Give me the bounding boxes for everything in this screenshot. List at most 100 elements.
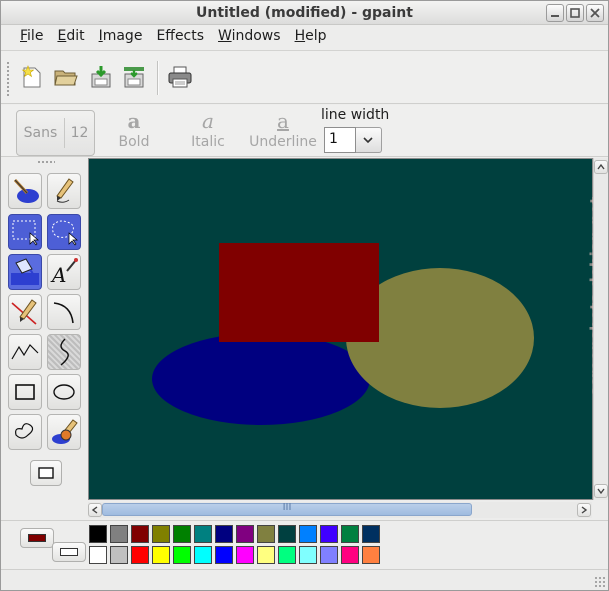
font-picker-button[interactable]: Sans 12: [16, 110, 95, 156]
erase-fill-icon: [11, 258, 39, 285]
fill-tool[interactable]: [8, 254, 42, 290]
minimize-icon: [551, 15, 559, 17]
text-tool[interactable]: A: [47, 254, 81, 290]
palette-color-swatch[interactable]: [110, 525, 128, 543]
pencil-tool[interactable]: [47, 173, 81, 209]
palette-color-swatch[interactable]: [215, 525, 233, 543]
palette-color-swatch[interactable]: [236, 546, 254, 564]
tool-palette: A: [1, 158, 87, 520]
vertical-scrollbar[interactable]: [593, 158, 608, 500]
palette-color-swatch[interactable]: [257, 546, 275, 564]
closed-freehand-tool[interactable]: [8, 414, 42, 450]
palette-color-swatch[interactable]: [152, 525, 170, 543]
palette-color-swatch[interactable]: [173, 546, 191, 564]
oval-tool[interactable]: [47, 374, 81, 410]
font-toolbar: Sans 12 a Bold a Italic a Underline line…: [1, 105, 608, 157]
italic-button[interactable]: a Italic: [173, 111, 243, 150]
line-width-combo[interactable]: 1: [324, 127, 382, 153]
background-color-swatch: [60, 548, 78, 556]
palette-grip[interactable]: [37, 160, 55, 164]
closed-freehand-icon: [15, 423, 34, 439]
palette-color-swatch[interactable]: [257, 525, 275, 543]
palette-color-swatch[interactable]: [110, 546, 128, 564]
palette-color-swatch[interactable]: [215, 546, 233, 564]
palette-color-swatch[interactable]: [278, 525, 296, 543]
bold-button[interactable]: a Bold: [99, 111, 169, 150]
palette-color-swatch[interactable]: [320, 546, 338, 564]
multiline-icon: [11, 344, 39, 360]
palette-color-swatch[interactable]: [131, 525, 149, 543]
background-color-button[interactable]: [52, 542, 86, 562]
palette-color-swatch[interactable]: [131, 546, 149, 564]
paint-bucket-tool[interactable]: [8, 173, 42, 209]
underline-button[interactable]: a Underline: [248, 111, 318, 150]
bold-icon: a: [127, 109, 141, 133]
lasso-select-tool[interactable]: [47, 214, 81, 250]
palette-color-swatch[interactable]: [173, 525, 191, 543]
palette-color-swatch[interactable]: [299, 525, 317, 543]
palette-color-swatch[interactable]: [320, 525, 338, 543]
menu-help[interactable]: Help: [288, 25, 334, 49]
palette-color-swatch[interactable]: [194, 546, 212, 564]
scroll-right-button[interactable]: [577, 503, 591, 517]
scroll-down-button[interactable]: [594, 484, 608, 498]
palette-color-swatch[interactable]: [194, 525, 212, 543]
palette-color-swatch[interactable]: [89, 546, 107, 564]
freehand-tool[interactable]: [47, 334, 81, 370]
drawing-canvas[interactable]: [88, 158, 593, 500]
brush-tool[interactable]: [47, 414, 81, 450]
horizontal-scrollbar[interactable]: III: [88, 502, 592, 518]
rectangle-tool[interactable]: [8, 374, 42, 410]
line-tool[interactable]: [8, 294, 42, 330]
horizontal-scroll-thumb[interactable]: III: [102, 502, 472, 516]
menu-image[interactable]: Image: [92, 25, 150, 49]
status-bar: [1, 569, 608, 590]
palette-color-swatch[interactable]: [362, 546, 380, 564]
save-button[interactable]: [88, 64, 114, 90]
svg-text:A: A: [50, 263, 66, 287]
palette-color-swatch[interactable]: [299, 546, 317, 564]
open-button[interactable]: [53, 64, 79, 90]
line-width-dropdown-button[interactable]: [356, 127, 382, 153]
scroll-left-button[interactable]: [88, 503, 102, 517]
toolbar-separator: [157, 61, 158, 95]
freehand-icon: [60, 338, 69, 366]
palette-color-swatch[interactable]: [341, 546, 359, 564]
menu-edit[interactable]: Edit: [50, 25, 91, 49]
resize-grip[interactable]: [594, 576, 606, 588]
rect-select-tool[interactable]: [8, 214, 42, 250]
new-file-button[interactable]: [19, 64, 45, 90]
menu-file[interactable]: File: [13, 25, 50, 49]
paint-bucket-icon: [13, 178, 39, 203]
fill-style-button[interactable]: [30, 460, 62, 486]
maximize-button[interactable]: [566, 4, 584, 22]
palette-color-swatch[interactable]: [278, 546, 296, 564]
rectangle-icon: [15, 384, 35, 400]
gpaint-window: Untitled (modified) - gpaint File Edit I…: [0, 0, 609, 591]
main-toolbar: [1, 50, 608, 104]
foreground-color-button[interactable]: [20, 528, 54, 548]
chevron-left-icon: [91, 506, 98, 514]
print-button[interactable]: [167, 64, 193, 90]
print-icon: [168, 66, 192, 88]
scroll-up-button[interactable]: [594, 160, 608, 174]
palette-color-swatch[interactable]: [341, 525, 359, 543]
minimize-button[interactable]: [546, 4, 564, 22]
palette-color-swatch[interactable]: [89, 525, 107, 543]
toolbar-grip[interactable]: [6, 61, 10, 97]
open-folder-icon: [54, 70, 78, 86]
window-title: Untitled (modified) - gpaint: [196, 5, 413, 21]
save-as-button[interactable]: [121, 64, 147, 90]
menu-windows[interactable]: Windows: [211, 25, 288, 49]
palette-color-swatch[interactable]: [236, 525, 254, 543]
underline-icon: a: [277, 109, 289, 133]
italic-icon: a: [202, 109, 214, 133]
line-width-input[interactable]: 1: [324, 127, 356, 153]
multiline-tool[interactable]: [8, 334, 42, 370]
palette-color-swatch[interactable]: [362, 525, 380, 543]
palette-color-swatch[interactable]: [152, 546, 170, 564]
menu-effects[interactable]: Effects: [149, 25, 211, 49]
blue-ellipse: [152, 333, 370, 425]
close-button[interactable]: [586, 4, 604, 22]
arc-tool[interactable]: [47, 294, 81, 330]
